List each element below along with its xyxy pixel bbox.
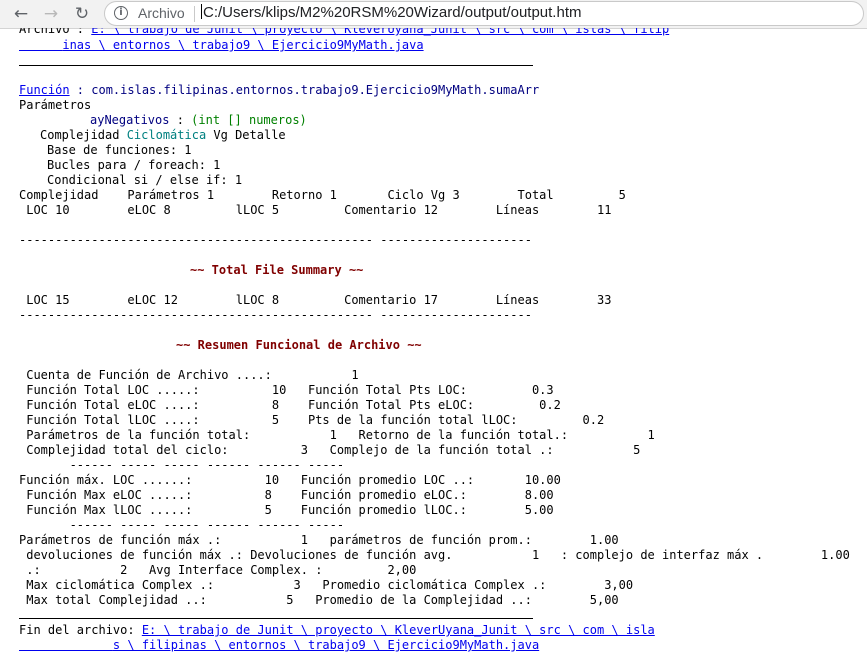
divider-rule	[19, 618, 533, 619]
cyclomatic-detail-title: Complejidad Ciclomática Vg Detalle	[40, 128, 286, 143]
parameter-type: (int [] numeros)	[191, 113, 307, 127]
function-heading: Función : com.islas.filipinas.entornos.t…	[19, 83, 539, 98]
cc-title-part-b: Ciclomática	[126, 128, 207, 142]
summary-line: Parámetros de función máx .: 1 parámetro…	[19, 533, 619, 547]
reload-icon[interactable]: ↻	[71, 4, 93, 24]
summary-line: Max ciclomática Complex .: 3 Promedio ci…	[19, 578, 634, 592]
address-bar[interactable]: i Archivo C:/Users/klips/M2%20RSM%20Wiza…	[104, 1, 864, 26]
complexity-row: Complejidad Parámetros 1 Retorno 1 Ciclo…	[19, 188, 626, 202]
total-file-summary-title: ~~ Total File Summary ~~	[190, 263, 364, 277]
cc-title-part-a: Complejidad	[40, 128, 127, 142]
protocol-label: Archivo	[138, 5, 185, 21]
url-text[interactable]: C:/Users/klips/M2%20RSM%20Wizard/output/…	[201, 4, 581, 21]
end-of-file-label: Fin del archivo:	[19, 623, 142, 637]
function-summary-title: ~~ Resumen Funcional de Archivo ~~	[176, 338, 422, 352]
dash-separator: ----------------------------------------…	[19, 233, 532, 247]
summary-line: Función Max eLOC .....: 8 Función promed…	[19, 488, 554, 502]
url-value: C:/Users/klips/M2%20RSM%20Wizard/output/…	[203, 4, 582, 21]
cc-title-part-c: Vg Detalle	[206, 128, 286, 142]
summary-line: Cuenta de Función de Archivo ....: 1	[19, 368, 359, 382]
forward-arrow-icon[interactable]: →	[40, 4, 62, 24]
parameter-separator: :	[169, 113, 192, 127]
cc-loops: Bucles para / foreach: 1	[47, 158, 221, 172]
file-path-link[interactable]: E: \ trabajo de Junit \ proyecto \ Kleve…	[91, 28, 669, 36]
back-arrow-icon[interactable]: ←	[10, 4, 32, 24]
file-loc-row: LOC 15 eLOC 12 lLOC 8 Comentario 17 Líne…	[19, 293, 612, 307]
browser-toolbar: ← → ↻ i Archivo C:/Users/klips/M2%20RSM%…	[0, 0, 867, 29]
summary-line: Complejidad total del ciclo: 3 Complejo …	[19, 443, 641, 457]
summary-line: Max total Complejidad ..: 5 Promedio de …	[19, 593, 619, 607]
summary-line: Función Max lLOC .....: 5 Función promed…	[19, 503, 554, 517]
end-file-path-link-text: s \ filipinas \ entornos \ trabajo9 \ Ej…	[112, 638, 540, 652]
end-of-file-line: Fin del archivo: E: \ trabajo de Junit \…	[19, 623, 655, 638]
parameter-name: ayNegativos	[90, 113, 170, 127]
divider-rule	[19, 65, 533, 66]
summary-dashes: ------ ----- ----- ------ ------ -----	[19, 458, 345, 472]
end-file-path-link-continued[interactable]: s \ filipinas \ entornos \ trabajo9 \ Ej…	[19, 638, 539, 652]
cc-conditionals: Condicional si / else if: 1	[47, 173, 243, 187]
file-path-line-2: inas \ entornos \ trabajo9 \ Ejercicio9M…	[19, 38, 424, 53]
dash-separator: ----------------------------------------…	[19, 308, 532, 322]
info-icon[interactable]: i	[114, 6, 128, 20]
end-file-path-line-2: s \ filipinas \ entornos \ trabajo9 \ Ej…	[19, 638, 539, 653]
text-caret	[201, 4, 202, 19]
summary-line: Función Total lLOC ....: 5 Pts de la fun…	[19, 413, 605, 427]
file-header: Archivo : E: \ trabajo de Junit \ proyec…	[19, 28, 669, 37]
summary-line: Función máx. LOC ......: 10 Función prom…	[19, 473, 561, 487]
function-loc-row: LOC 10 eLOC 8 lLOC 5 Comentario 12 Línea…	[19, 203, 612, 217]
parameter-line: ayNegativos : (int [] numeros)	[90, 113, 307, 128]
function-name: : com.islas.filipinas.entornos.trabajo9.…	[69, 83, 540, 97]
summary-dashes: ------ ----- ----- ------ ------ -----	[19, 518, 345, 532]
summary-line: devoluciones de función máx .: Devolucio…	[19, 548, 850, 562]
parameters-label: Parámetros	[19, 98, 92, 112]
file-path-link-continued[interactable]: inas \ entornos \ trabajo9 \ Ejercicio9M…	[19, 38, 424, 52]
file-path-link-text: inas \ entornos \ trabajo9 \ Ejercicio9M…	[62, 38, 424, 52]
summary-line: Parámetros de la función total: 1 Retorn…	[19, 428, 655, 442]
summary-line: .: 2 Avg Interface Complex. : 2,00	[19, 563, 417, 577]
report-page: Archivo : E: \ trabajo de Junit \ proyec…	[0, 28, 867, 663]
cc-base-functions: Base de funciones: 1	[47, 143, 192, 157]
summary-line: Función Total eLOC ....: 8 Función Total…	[19, 398, 561, 412]
file-header-label: Archivo :	[19, 28, 92, 36]
function-link[interactable]: Función	[19, 83, 70, 97]
end-file-path-link[interactable]: E: \ trabajo de Junit \ proyecto \ Kleve…	[142, 623, 655, 637]
address-divider	[194, 6, 195, 22]
summary-line: Función Total LOC .....: 10 Función Tota…	[19, 383, 554, 397]
